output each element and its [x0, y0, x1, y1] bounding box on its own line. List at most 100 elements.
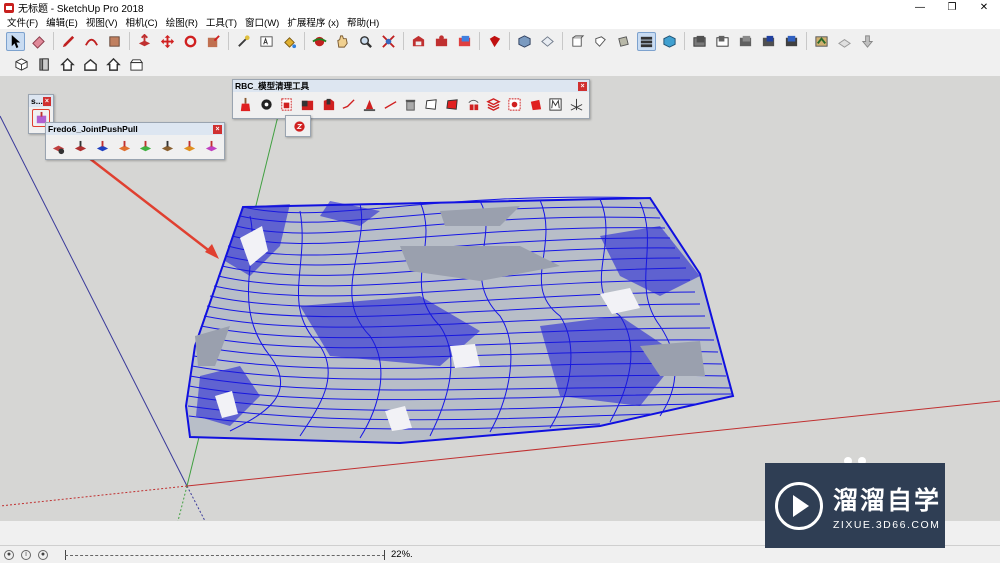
normal-pushpull-button[interactable]	[114, 137, 134, 157]
fredo-settings-button[interactable]	[49, 137, 69, 157]
shaded-textures-button[interactable]	[637, 31, 656, 51]
window-controls: — ❐ ✕	[904, 0, 1000, 15]
fredo-toolbar-close-button[interactable]: ×	[213, 124, 222, 134]
back-view-toolbar-button[interactable]	[104, 55, 123, 74]
scale-tool-button[interactable]	[204, 32, 223, 51]
pencil-icon	[62, 35, 75, 47]
drape-button[interactable]	[858, 32, 877, 51]
rbc-material-button[interactable]	[505, 94, 524, 114]
top-view-toolbar-button[interactable]	[35, 55, 54, 74]
pan-tool-button[interactable]	[333, 32, 352, 51]
rbc-axes-button[interactable]	[567, 94, 586, 114]
layout-button[interactable]	[455, 32, 474, 51]
section-cut-button[interactable]	[713, 32, 732, 51]
display-icon	[785, 35, 798, 46]
extrude-pushpull-button[interactable]	[136, 137, 156, 157]
menu-tools[interactable]: 工具(T)	[202, 15, 241, 29]
top-view-button[interactable]	[538, 32, 557, 51]
left-view-toolbar-button[interactable]	[127, 55, 146, 74]
model-viewport[interactable]: s... × Fredo6_JointPushPull × RBC_模型清理工具…	[0, 76, 1000, 521]
back-view-button[interactable]	[614, 32, 633, 51]
rbc-line-button[interactable]	[381, 94, 400, 114]
menu-camera[interactable]: 相机(C)	[121, 15, 161, 29]
rbc-cone-button[interactable]	[360, 94, 379, 114]
menu-edit[interactable]: 编辑(E)	[42, 15, 82, 29]
rbc-brush-button[interactable]	[236, 94, 255, 114]
layers-icon	[486, 97, 501, 111]
small-toolbar-close-button[interactable]: ×	[42, 96, 51, 106]
ruby-button[interactable]	[485, 32, 504, 51]
menu-help[interactable]: 帮助(H)	[343, 15, 383, 29]
rbc-settings-button[interactable]	[257, 94, 276, 114]
menu-window[interactable]: 窗口(W)	[241, 15, 283, 29]
front-view-toolbar-button[interactable]	[58, 55, 77, 74]
menu-extensions[interactable]: 扩展程序 (x)	[283, 15, 343, 29]
monochrome-button[interactable]	[660, 32, 679, 51]
track-line	[65, 554, 385, 556]
rbc-reverse-button[interactable]	[464, 94, 483, 114]
extension-warehouse-button[interactable]	[432, 32, 451, 51]
geo-location-icon[interactable]: ●	[4, 549, 14, 560]
rectangle-tool-button[interactable]	[105, 32, 124, 51]
close-button[interactable]: ✕	[968, 0, 1000, 15]
fredo-toolbar-body	[46, 135, 224, 159]
rbc-edge-button[interactable]	[340, 94, 359, 114]
right-view-toolbar-button[interactable]	[81, 55, 100, 74]
right-view-button[interactable]	[591, 32, 610, 51]
move-tool-button[interactable]	[158, 32, 177, 51]
reverse-icon	[468, 99, 479, 110]
display-section-button[interactable]	[782, 32, 801, 51]
green-axis-dotted	[177, 485, 188, 521]
rbc-merge-button[interactable]	[547, 94, 566, 114]
section-fill-button[interactable]	[736, 32, 755, 51]
left-view-icon	[129, 58, 144, 71]
rbc-delete-button[interactable]	[402, 94, 421, 114]
rbc-purge-button[interactable]	[277, 94, 296, 114]
front-view-button[interactable]	[568, 32, 587, 51]
section-plane-button[interactable]	[690, 32, 709, 51]
redo-pushpull-button[interactable]	[201, 137, 221, 157]
rotate-tool-button[interactable]	[181, 32, 200, 51]
fog-button[interactable]	[812, 32, 831, 51]
joint-pushpull-button[interactable]	[71, 137, 91, 157]
fredo-toolbar: Fredo6_JointPushPull ×	[45, 122, 225, 160]
menu-draw[interactable]: 绘图(R)	[162, 15, 202, 29]
rbc-overflow-button[interactable]	[288, 116, 310, 136]
rbc-layers-button[interactable]	[484, 94, 503, 114]
follow-pushpull-button[interactable]	[158, 137, 178, 157]
eraser-tool-button[interactable]	[29, 32, 48, 51]
rbc-group-button[interactable]	[319, 94, 338, 114]
zoom-tool-button[interactable]	[356, 32, 375, 51]
menu-file[interactable]: 文件(F)	[3, 15, 42, 29]
status-zoom-text: 22%.	[391, 549, 413, 560]
zoom-extents-tool-button[interactable]	[379, 32, 398, 51]
rbc-toolbar-close-button[interactable]: ×	[578, 81, 587, 91]
section-planes-button[interactable]	[759, 32, 778, 51]
rbc-component-button[interactable]	[526, 94, 545, 114]
text-tool-button[interactable]	[257, 32, 276, 51]
iso-view-button[interactable]	[515, 32, 534, 51]
restore-button[interactable]: ❐	[936, 0, 968, 15]
sandbox-button[interactable]	[835, 32, 854, 51]
paint-icon	[284, 36, 297, 48]
track-end	[384, 549, 385, 560]
pushpull-tool-button[interactable]	[135, 32, 154, 51]
orbit-tool-button[interactable]	[310, 32, 329, 51]
vector-pushpull-button[interactable]	[93, 137, 113, 157]
rbc-fill-face-button[interactable]	[443, 94, 462, 114]
warehouse-button[interactable]	[409, 32, 428, 51]
rbc-solid-button[interactable]	[298, 94, 317, 114]
undo-pushpull-button[interactable]	[180, 137, 200, 157]
arc-tool-button[interactable]	[82, 32, 101, 51]
select-tool-button[interactable]	[6, 31, 25, 51]
paint-tool-button[interactable]	[280, 32, 299, 51]
rectangle-icon	[109, 35, 120, 47]
menu-view[interactable]: 视图(V)	[82, 15, 122, 29]
rbc-face-button[interactable]	[422, 94, 441, 114]
minimize-button[interactable]: —	[904, 0, 936, 15]
credits-icon[interactable]: i	[21, 549, 31, 560]
tape-tool-button[interactable]	[234, 32, 253, 51]
pencil-tool-button[interactable]	[59, 32, 78, 51]
iso-view-toolbar-button[interactable]	[12, 55, 31, 74]
user-account-icon[interactable]: ●	[38, 549, 48, 560]
